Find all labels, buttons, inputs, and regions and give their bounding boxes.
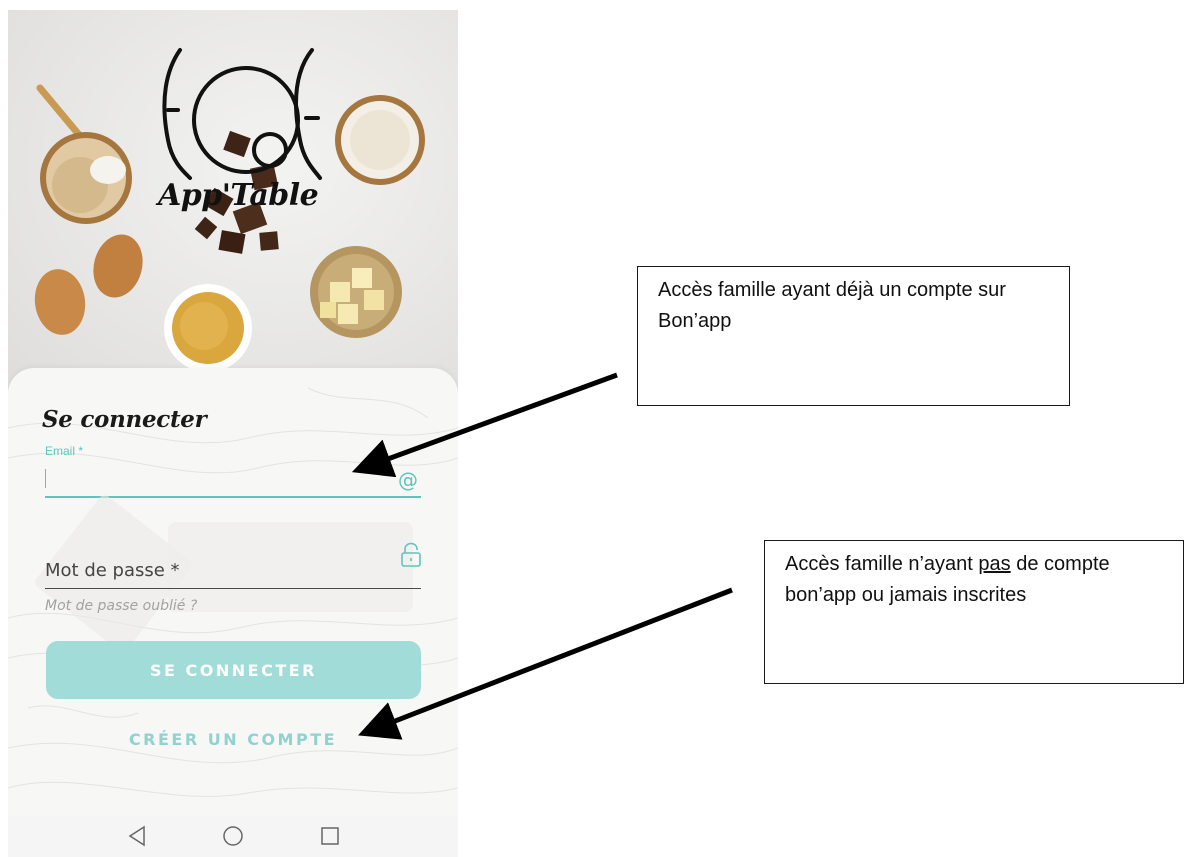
arrow-to-email [351, 372, 618, 478]
arrow-to-create-account [358, 587, 733, 740]
annotation-arrows [351, 372, 733, 740]
